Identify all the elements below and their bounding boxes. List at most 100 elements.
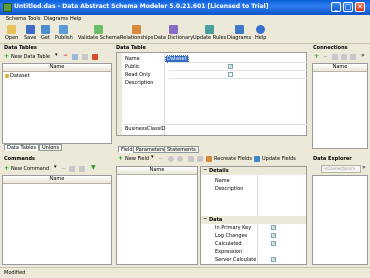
properties-divider [164, 53, 165, 135]
fields-toolbar: + New Field ▾ − Recreate Fields Update F… [116, 154, 307, 165]
validate-icon [94, 25, 104, 34]
add-connection-icon[interactable]: + [314, 53, 319, 60]
calculated-checkbox[interactable]: ✓ [271, 241, 276, 247]
in-primary-key-checkbox[interactable]: ✓ [271, 225, 276, 231]
filter-icon[interactable]: ▼ [91, 164, 96, 171]
list-item[interactable]: Dataset [3, 72, 111, 80]
dropdown-arrow-icon[interactable]: ▾ [151, 154, 154, 160]
dropdown-arrow-icon[interactable]: ▾ [55, 52, 58, 58]
rules-icon [205, 25, 215, 34]
properties-divider [257, 224, 258, 264]
connections-header: Connections [313, 45, 348, 51]
update-fields-button[interactable]: Update Fields [262, 156, 296, 162]
status-bar: Modified [0, 267, 370, 278]
tab-parameters[interactable]: Parameters [133, 146, 168, 153]
delete-icon[interactable]: − [323, 53, 328, 60]
update-rules-button[interactable]: Update Rules [193, 25, 226, 41]
public-checkbox[interactable]: ✓ [228, 64, 233, 70]
new-data-table-button[interactable]: New Data Table [11, 54, 50, 60]
help-button[interactable]: Help [255, 25, 266, 41]
server-calculate-checkbox[interactable]: ✓ [271, 257, 276, 263]
save-button[interactable]: Save [24, 25, 36, 41]
clear-icon[interactable] [92, 54, 98, 60]
delete-icon[interactable]: − [158, 155, 163, 162]
collapse-icon[interactable]: − [203, 216, 207, 222]
close-button[interactable]: ✕ [355, 2, 365, 12]
properties-gutter [117, 53, 122, 135]
copy-icon[interactable] [188, 156, 194, 162]
maximize-button[interactable]: □ [343, 2, 353, 12]
collapse-icon[interactable]: − [203, 167, 207, 173]
relationships-icon [132, 25, 142, 34]
paste-icon[interactable] [341, 54, 347, 60]
recreate-icon [206, 156, 212, 162]
explorer-view [312, 175, 368, 265]
diagram-icon [234, 25, 244, 34]
dropdown-arrow-icon[interactable]: ▾ [54, 164, 57, 170]
name-column-header: Name [3, 176, 111, 184]
grid-line [122, 124, 307, 125]
log-changes-label: Log Changes [215, 233, 248, 239]
more-icon[interactable]: » [361, 52, 365, 59]
copy-icon[interactable] [69, 166, 75, 172]
get-button[interactable]: Get [41, 25, 50, 41]
commands-toolbar: + New Command ▾ − ▼ [2, 164, 112, 174]
copy-icon[interactable] [332, 54, 338, 60]
menu-tools[interactable]: Tools [28, 16, 40, 22]
data-tables-header: Data Tables [4, 45, 37, 51]
relationships-button[interactable]: Relationships [120, 25, 153, 41]
new-command-button[interactable]: New Command [11, 166, 49, 172]
new-field-button[interactable]: New Field [125, 156, 149, 162]
data-tables-toolbar: + New Data Table ▾ − [2, 52, 112, 62]
data-header: Data [209, 217, 223, 223]
details-section: − Details [201, 167, 306, 175]
open-button[interactable]: Open [5, 25, 18, 41]
upload-icon [59, 25, 69, 34]
publish-button[interactable]: Publish [55, 25, 73, 41]
app-icon [3, 3, 12, 12]
diagrams-button[interactable]: Diagrams [227, 25, 251, 41]
recreate-fields-button[interactable]: Recreate Fields [214, 156, 252, 162]
readonly-checkbox[interactable]: ✓ [228, 72, 233, 77]
folder-icon [7, 25, 17, 34]
status-text: Modified [4, 270, 26, 276]
title-bar: Untitled.das - Data Abstract Schema Mode… [0, 0, 370, 15]
name-column-header: Name [3, 64, 111, 72]
move-up-icon[interactable] [168, 156, 174, 162]
delete-icon[interactable]: − [61, 165, 66, 172]
dictionary-icon [169, 25, 179, 34]
data-table-header: Data Table [116, 45, 146, 51]
table-icon [5, 74, 9, 78]
details-header: Details [209, 168, 229, 174]
tab-unions[interactable]: Unions [39, 144, 63, 151]
copy-icon[interactable] [72, 54, 78, 60]
more-icon[interactable]: » [362, 164, 366, 171]
paste-icon[interactable] [79, 166, 85, 172]
grid-line [169, 70, 307, 71]
business-class-label: BusinessClassID [125, 126, 166, 132]
menu-help[interactable]: Help [70, 16, 81, 22]
menu-diagrams[interactable]: Diagrams [44, 16, 68, 22]
name-column-header: Name [313, 64, 367, 72]
move-down-icon[interactable] [177, 156, 183, 162]
tab-statements[interactable]: Statements [164, 146, 199, 153]
tab-data-tables[interactable]: Data Tables [4, 144, 40, 151]
validate-schema-button[interactable]: Validate Schema [78, 25, 120, 41]
paste-icon[interactable] [197, 156, 203, 162]
toolbar: Open Save Get Publish Validate Schema Re… [0, 24, 370, 44]
properties-icon[interactable] [350, 54, 356, 60]
minimize-button[interactable]: _ [331, 2, 341, 12]
data-dictionary-button[interactable]: Data Dictionary [154, 25, 193, 41]
update-icon [254, 156, 260, 162]
log-changes-checkbox[interactable]: ✓ [271, 233, 276, 239]
prop-name-label: Name [125, 56, 140, 62]
delete-icon[interactable]: − [63, 52, 68, 59]
detail-description-label: Description [215, 186, 244, 192]
prop-readonly-label: Read Only [125, 72, 151, 78]
field-properties: − Details Name Description − Data In Pri… [200, 166, 307, 265]
plus-icon: + [4, 165, 10, 172]
connections-list: Name [312, 63, 368, 149]
paste-icon[interactable] [82, 54, 88, 60]
connections-select[interactable]: <Connections> [321, 165, 361, 173]
menu-schema[interactable]: Schema [6, 16, 26, 22]
